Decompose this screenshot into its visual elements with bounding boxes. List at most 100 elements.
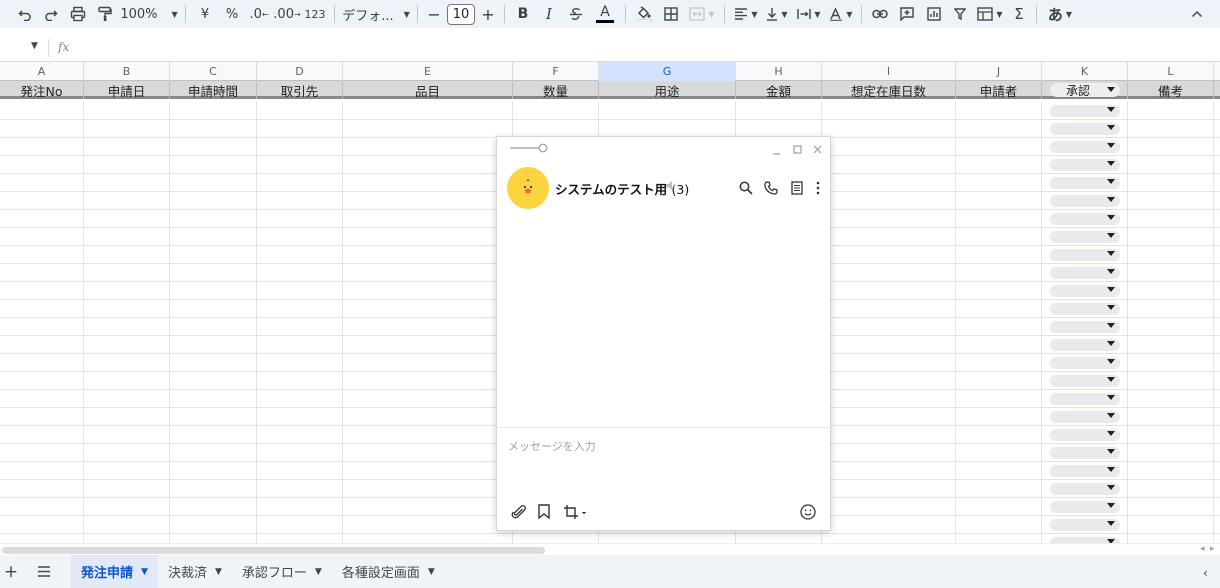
text-color-button[interactable]: A — [590, 2, 620, 26]
increase-decimal-button[interactable]: .00 → — [273, 2, 301, 26]
opacity-slider-icon[interactable] — [509, 143, 549, 153]
more-options-icon[interactable] — [816, 181, 820, 195]
mute-speaker-icon[interactable] — [665, 180, 677, 191]
header-cell-e[interactable]: 品目 — [343, 81, 513, 99]
italic-button[interactable]: I — [536, 2, 562, 26]
decrease-decimal-button[interactable]: .0 ← — [245, 2, 273, 26]
approval-dropdown[interactable] — [1050, 141, 1120, 153]
strikethrough-icon[interactable] — [562, 2, 590, 26]
approval-dropdown[interactable] — [1050, 321, 1120, 333]
header-cell-b[interactable]: 申請日 — [84, 81, 170, 99]
minimize-icon[interactable] — [772, 146, 781, 155]
screenshot-crop-icon[interactable] — [563, 504, 587, 520]
approval-dropdown[interactable] — [1050, 213, 1120, 225]
column-header-j[interactable]: J — [956, 62, 1042, 81]
header-cell-d[interactable]: 取引先 — [257, 81, 343, 99]
approval-dropdown[interactable] — [1050, 303, 1120, 315]
approval-dropdown[interactable] — [1050, 249, 1120, 261]
font-size-input[interactable]: 10 — [445, 2, 477, 26]
close-icon[interactable] — [813, 145, 822, 154]
increase-font-size-button[interactable]: + — [477, 2, 499, 26]
notes-icon[interactable] — [791, 181, 803, 195]
sheet-tab-発注申請[interactable]: 発注申請 ▼ — [71, 555, 158, 588]
functions-button[interactable]: Σ — [1007, 2, 1031, 26]
column-header-k[interactable]: K — [1042, 62, 1128, 81]
approval-dropdown[interactable] — [1050, 357, 1120, 369]
emoji-icon[interactable] — [800, 504, 816, 520]
approval-dropdown[interactable] — [1050, 519, 1120, 531]
insert-comment-icon[interactable] — [893, 2, 921, 26]
sheet-tab-承認フロー[interactable]: 承認フロー ▼ — [232, 555, 332, 588]
column-header-f[interactable]: F — [513, 62, 599, 81]
horizontal-align-icon[interactable]: ▼ — [730, 2, 762, 26]
undo-icon[interactable] — [12, 2, 38, 26]
column-header-l[interactable]: L — [1128, 62, 1214, 81]
text-rotation-icon[interactable]: ▼ — [826, 2, 856, 26]
approval-dropdown[interactable] — [1050, 267, 1120, 279]
zoom-select[interactable]: 100% ▼ — [118, 2, 180, 26]
column-header-h[interactable]: H — [736, 62, 822, 81]
currency-format-button[interactable]: ¥ — [191, 2, 219, 26]
horizontal-scrollbar[interactable]: ◂ ▸ — [0, 543, 1220, 555]
approval-dropdown[interactable] — [1050, 375, 1120, 387]
approval-dropdown[interactable] — [1050, 285, 1120, 297]
collapse-tabs-icon[interactable]: ‹ — [1203, 566, 1208, 580]
approval-dropdown[interactable] — [1050, 483, 1120, 495]
formula-input[interactable] — [80, 36, 1210, 60]
approval-dropdown[interactable] — [1050, 195, 1120, 207]
decrease-font-size-button[interactable]: − — [423, 2, 445, 26]
chevron-down-icon[interactable]: ▼ — [428, 567, 435, 577]
chat-titlebar[interactable] — [497, 137, 832, 165]
merge-cells-icon[interactable]: ▼ — [685, 2, 719, 26]
approval-dropdown[interactable] — [1050, 465, 1120, 477]
attachment-icon[interactable] — [511, 504, 527, 520]
header-cell-g[interactable]: 用途 — [599, 81, 736, 99]
input-tools-button[interactable]: あ ▼ — [1042, 2, 1078, 26]
borders-icon[interactable] — [657, 2, 685, 26]
print-icon[interactable] — [64, 2, 92, 26]
sheet-tab-決裁済[interactable]: 決裁済 ▼ — [158, 555, 232, 588]
approval-header-dropdown[interactable]: 承認 — [1050, 83, 1120, 98]
column-header-e[interactable]: E — [343, 62, 513, 81]
bookmark-icon[interactable] — [538, 504, 550, 519]
sheet-tab-各種設定画面[interactable]: 各種設定画面 ▼ — [332, 555, 445, 588]
header-cell-k[interactable]: 承認 — [1042, 81, 1128, 99]
add-sheet-icon[interactable]: + — [0, 555, 22, 588]
maximize-icon[interactable] — [793, 145, 802, 154]
approval-dropdown[interactable] — [1050, 231, 1120, 243]
header-cell-c[interactable]: 申請時間 — [170, 81, 257, 99]
insert-link-icon[interactable] — [867, 2, 893, 26]
redo-icon[interactable] — [38, 2, 64, 26]
message-input[interactable]: メッセージを入力 — [508, 438, 596, 454]
column-header-a[interactable]: A — [0, 62, 84, 81]
scroll-left-icon[interactable]: ◂ — [1200, 544, 1205, 554]
header-cell-f[interactable]: 数量 — [513, 81, 599, 99]
column-header-g[interactable]: G — [599, 62, 736, 81]
insert-chart-icon[interactable] — [921, 2, 947, 26]
column-header-b[interactable]: B — [84, 62, 170, 81]
filter-icon[interactable] — [947, 2, 973, 26]
approval-dropdown[interactable] — [1050, 123, 1120, 135]
header-cell-l[interactable]: 備考 — [1128, 81, 1214, 99]
all-sheets-icon[interactable] — [22, 555, 66, 588]
percent-format-button[interactable]: % — [219, 2, 245, 26]
approval-dropdown[interactable] — [1050, 339, 1120, 351]
fill-color-icon[interactable] — [631, 2, 657, 26]
header-cell-h[interactable]: 金額 — [736, 81, 822, 99]
name-box[interactable] — [0, 36, 46, 60]
header-cell-i[interactable]: 想定在庫日数 — [822, 81, 956, 99]
avatar[interactable] — [507, 167, 549, 209]
filter-views-icon[interactable]: ▼ — [973, 2, 1007, 26]
chevron-down-icon[interactable]: ▼ — [141, 567, 148, 577]
approval-dropdown[interactable] — [1050, 393, 1120, 405]
column-header-c[interactable]: C — [170, 62, 257, 81]
chevron-down-icon[interactable]: ▼ — [315, 567, 322, 577]
header-cell-j[interactable]: 申請者 — [956, 81, 1042, 99]
approval-dropdown[interactable] — [1050, 105, 1120, 117]
search-icon[interactable] — [739, 181, 753, 195]
approval-dropdown[interactable] — [1050, 429, 1120, 441]
chevron-down-icon[interactable]: ▼ — [31, 41, 38, 51]
scrollbar-thumb[interactable] — [2, 547, 545, 554]
approval-dropdown[interactable] — [1050, 411, 1120, 423]
scroll-right-icon[interactable]: ▸ — [1210, 544, 1215, 554]
